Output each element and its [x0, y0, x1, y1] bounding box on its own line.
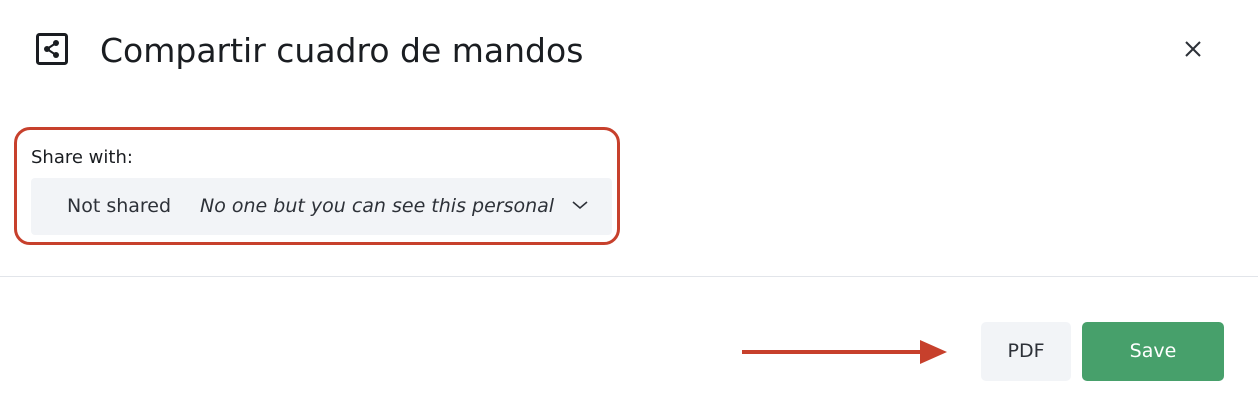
close-icon[interactable] — [1178, 34, 1208, 64]
pdf-button[interactable]: PDF — [981, 322, 1071, 381]
save-button[interactable]: Save — [1082, 322, 1224, 381]
share-dashboard-dialog: Compartir cuadro de mandos Share with: N… — [0, 0, 1258, 418]
share-icon — [36, 33, 68, 65]
share-with-dropdown[interactable]: Not shared No one but you can see this p… — [31, 178, 612, 235]
share-selected-value: Not shared — [67, 195, 172, 217]
footer-divider — [0, 276, 1258, 277]
dialog-title: Compartir cuadro de mandos — [100, 31, 584, 70]
share-with-label: Share with: — [31, 147, 133, 168]
chevron-down-icon — [572, 201, 588, 210]
share-selected-description: No one but you can see this personal — [200, 195, 555, 217]
arrow-right-icon — [742, 340, 947, 364]
